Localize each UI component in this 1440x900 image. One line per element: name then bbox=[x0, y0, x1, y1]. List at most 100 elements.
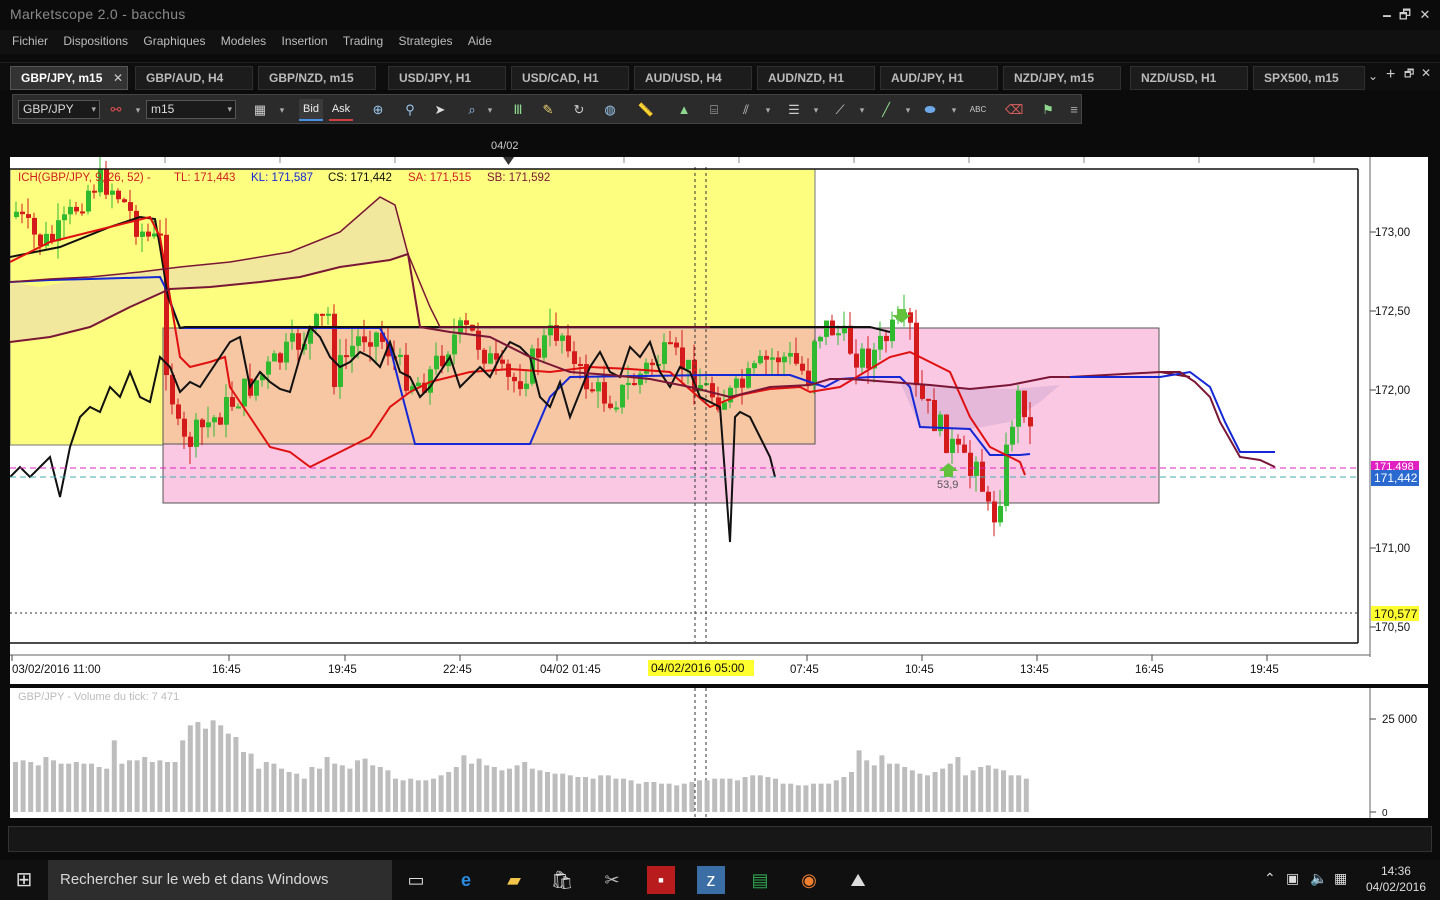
tab-gbp-nzd-m15[interactable]: GBP/NZD, m15 bbox=[258, 66, 376, 90]
x-tick-label: 19:45 bbox=[328, 664, 357, 676]
taskbar-search-input[interactable]: Rechercher sur le web et dans Windows bbox=[48, 860, 392, 900]
volume-bar bbox=[522, 762, 528, 812]
candle bbox=[794, 353, 799, 364]
tab-gbp-jpy-m15[interactable]: GBP/JPY, m15 ✕ bbox=[10, 66, 128, 90]
pointer-icon[interactable]: ➤ bbox=[431, 101, 449, 119]
chevron-down-icon[interactable]: ▾ bbox=[903, 101, 913, 119]
candle bbox=[944, 414, 949, 453]
menu-trading[interactable]: Trading bbox=[338, 30, 390, 48]
volume-bar bbox=[35, 765, 41, 812]
fibonacci-icon[interactable]: ⟋ bbox=[831, 101, 849, 119]
zoom-icon[interactable]: ⚲ bbox=[401, 101, 419, 119]
ruler-icon[interactable]: 📏 bbox=[637, 101, 655, 119]
close-button[interactable]: ✕ bbox=[1415, 6, 1435, 24]
marketscope-icon[interactable]: z bbox=[697, 866, 725, 894]
tab-usd-cad-h1[interactable]: USD/CAD, H1 bbox=[511, 66, 629, 90]
alert-icon[interactable]: ⚑ bbox=[1039, 101, 1057, 119]
menu-aide[interactable]: Aide bbox=[463, 30, 499, 48]
menu-modeles[interactable]: Modeles bbox=[216, 30, 273, 48]
tab-nzd-usd-h1[interactable]: NZD/USD, H1 bbox=[1130, 66, 1248, 90]
x-tick-label: 13:45 bbox=[1020, 664, 1049, 676]
crosshair-icon[interactable]: ⊕ bbox=[369, 101, 387, 119]
volume-panel[interactable]: GBP/JPY - Volume du tick: 7 471 25 000 0 bbox=[10, 688, 1428, 819]
network-icon[interactable]: ▣ bbox=[1286, 870, 1299, 887]
chevron-down-icon[interactable]: ▾ bbox=[277, 101, 287, 119]
chevron-down-icon[interactable]: ▾ bbox=[949, 101, 959, 119]
candle bbox=[1016, 390, 1021, 427]
firefox-icon[interactable]: ◉ bbox=[795, 866, 823, 894]
spreadsheet-icon[interactable]: ▤ bbox=[746, 866, 774, 894]
candle bbox=[890, 319, 895, 342]
picture-icon[interactable]: ▲ bbox=[675, 101, 693, 119]
tab-aud-jpy-h1[interactable]: AUD/JPY, H1 bbox=[880, 66, 998, 90]
tab-nzd-jpy-m15[interactable]: NZD/JPY, m15 bbox=[1003, 66, 1121, 90]
snow-app-icon[interactable]: ■ bbox=[647, 866, 675, 894]
volume-bar bbox=[894, 763, 900, 812]
eraser-icon[interactable]: ⌫ bbox=[1005, 101, 1023, 119]
ask-toggle[interactable]: Ask bbox=[329, 99, 353, 121]
menu-dispositions[interactable]: Dispositions bbox=[58, 30, 135, 48]
chevron-down-icon[interactable]: ▾ bbox=[857, 101, 867, 119]
symbol-value: GBP/JPY bbox=[23, 102, 74, 116]
candle bbox=[644, 362, 649, 374]
menu-fichier[interactable]: Fichier bbox=[0, 30, 55, 48]
price-chart-canvas[interactable]: 53,9 ICH(GBP/JPY, 9, 26, 52) - TL: 171,4… bbox=[9, 152, 1428, 684]
volume-chart[interactable]: GBP/JPY - Volume du tick: 7 471 25 000 0 bbox=[10, 688, 1428, 819]
close-tab-icon[interactable]: ✕ bbox=[113, 67, 123, 89]
link-icon[interactable]: ⚯ bbox=[107, 101, 125, 119]
candle bbox=[578, 363, 583, 366]
tab-overflow-icon[interactable]: ⌄ bbox=[1368, 69, 1378, 83]
minimize-button[interactable]: 🗕 bbox=[1377, 6, 1397, 24]
more-icon[interactable]: ≡ bbox=[1065, 101, 1083, 119]
candle bbox=[146, 231, 151, 237]
candle bbox=[674, 342, 679, 348]
photos-icon[interactable]: ⛰ bbox=[844, 866, 872, 894]
restore-tab-icon[interactable]: 🗗 bbox=[1404, 65, 1414, 84]
timeframe-select[interactable]: m15 ▾ bbox=[146, 100, 236, 119]
language-icon[interactable]: ▦ bbox=[1334, 870, 1347, 887]
volume-bar bbox=[605, 775, 611, 812]
menu-strategies[interactable]: Strategies bbox=[393, 30, 459, 48]
candle bbox=[14, 211, 19, 217]
tab-aud-nzd-h1[interactable]: AUD/NZD, H1 bbox=[757, 66, 875, 90]
chevron-down-icon[interactable]: ▾ bbox=[133, 101, 143, 119]
text-icon[interactable]: ABC bbox=[969, 101, 987, 119]
pencil-icon[interactable]: ╱ bbox=[877, 101, 895, 119]
chevron-down-icon[interactable]: ▾ bbox=[763, 101, 773, 119]
properties-icon[interactable]: ✎ bbox=[539, 101, 557, 119]
tray-chevron-icon[interactable]: ⌃ bbox=[1264, 870, 1276, 887]
menu-insertion[interactable]: Insertion bbox=[277, 30, 335, 48]
tab-spx500-m15[interactable]: SPX500, m15 bbox=[1253, 66, 1365, 90]
task-view-icon[interactable]: ▭ bbox=[402, 866, 430, 894]
zoom-area-icon[interactable]: ⌕ bbox=[463, 101, 481, 119]
tab-aud-usd-h4[interactable]: AUD/USD, H4 bbox=[634, 66, 752, 90]
tab-gbp-aud-h4[interactable]: GBP/AUD, H4 bbox=[135, 66, 253, 90]
edge-browser-icon[interactable]: e bbox=[452, 866, 480, 894]
maximize-button[interactable]: 🗗 bbox=[1395, 6, 1415, 24]
refresh-icon[interactable]: ↻ bbox=[570, 101, 588, 119]
candle bbox=[860, 348, 865, 368]
chevron-down-icon[interactable]: ▾ bbox=[485, 101, 495, 119]
taskbar-clock[interactable]: 14:36 04/02/2016 bbox=[1366, 863, 1426, 895]
app-icon[interactable]: ✂ bbox=[598, 866, 626, 894]
shape-icon[interactable]: ⬬ bbox=[921, 101, 939, 119]
file-explorer-icon[interactable]: ▰ bbox=[500, 866, 528, 894]
chevron-down-icon[interactable]: ▾ bbox=[811, 101, 821, 119]
candle-type-icon[interactable]: ▦ bbox=[251, 101, 269, 119]
add-tab-icon[interactable]: + bbox=[1386, 66, 1395, 84]
close-tab-window-icon[interactable]: ✕ bbox=[1421, 66, 1431, 80]
store-icon[interactable]: 🛍 bbox=[548, 866, 576, 894]
signal-icon[interactable]: ⌸ bbox=[705, 101, 723, 119]
lines-icon[interactable]: ⫽ bbox=[737, 101, 755, 119]
globe-icon[interactable]: ◍ bbox=[601, 101, 619, 119]
price-chart[interactable]: 53,9 ICH(GBP/JPY, 9, 26, 52) - TL: 171,4… bbox=[9, 152, 1428, 684]
volume-icon[interactable]: 🔈 bbox=[1310, 870, 1327, 887]
y-tick: 170,50 bbox=[1375, 622, 1410, 634]
windows-start-icon[interactable]: ⊞ bbox=[10, 866, 38, 894]
menu-graphiques[interactable]: Graphiques bbox=[138, 30, 212, 48]
channel-icon[interactable]: ☰ bbox=[785, 101, 803, 119]
symbol-select[interactable]: GBP/JPY ▾ bbox=[18, 100, 100, 119]
bid-toggle[interactable]: Bid bbox=[299, 99, 323, 121]
indicator-icon[interactable]: Ⅲ bbox=[509, 101, 527, 119]
tab-usd-jpy-h1[interactable]: USD/JPY, H1 bbox=[388, 66, 506, 90]
